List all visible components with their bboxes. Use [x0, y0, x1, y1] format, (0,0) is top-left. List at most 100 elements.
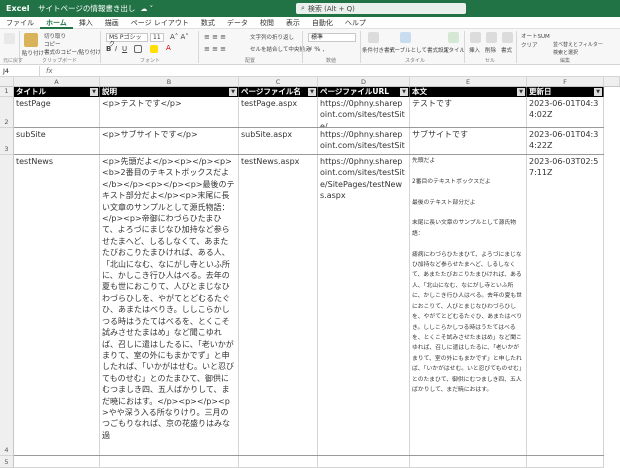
column-header-d[interactable]: D [318, 77, 410, 87]
copy-button[interactable]: コピー [44, 40, 61, 48]
currency-icon[interactable]: ¥ % , [308, 45, 325, 53]
row-header-5[interactable]: 5 [0, 456, 14, 468]
empty-cell[interactable] [410, 456, 527, 468]
cell-url[interactable]: https://0phny.sharepoint.com/sites/testS… [318, 128, 410, 155]
tab-page-layout[interactable]: ページ レイアウト [125, 17, 195, 29]
row-header-1[interactable]: 1 [0, 87, 14, 97]
cell-body[interactable]: 先頭だよ 2番目のテキストボックスだよ 最後のテキスト部分だよ 末尾に長い文章の… [410, 155, 527, 456]
tab-draw[interactable]: 描画 [99, 17, 125, 29]
column-header-c[interactable]: C [239, 77, 318, 87]
tab-automate[interactable]: 自動化 [306, 17, 339, 29]
underline-icon[interactable]: U [122, 45, 127, 53]
empty-cell[interactable] [318, 456, 410, 468]
column-header-b[interactable]: B [100, 77, 239, 87]
cell-file-name[interactable]: testNews.aspx [239, 155, 318, 456]
tab-review[interactable]: 校閲 [254, 17, 280, 29]
grow-font-icon[interactable]: A˄ A˅ [170, 33, 189, 41]
filter-dropdown-icon[interactable]: ▼ [594, 88, 602, 96]
header-page-file-url[interactable]: ページファイルURL ▼ [318, 87, 410, 97]
autosum-button[interactable]: オートSUM [521, 32, 550, 40]
cell-updated[interactable]: 2023-06-01T04:34:02Z [527, 97, 604, 128]
cell-updated[interactable]: 2023-06-03T02:57:11Z [527, 155, 604, 456]
cell-description[interactable]: <p>テストです</p> [100, 97, 239, 128]
insert-cells-icon[interactable] [470, 32, 481, 43]
cell-description[interactable]: <p>先頭だよ</p><p></p><p><b>2番目のテキストボックスだよ</… [100, 155, 239, 456]
fx-icon[interactable]: fx [40, 67, 53, 75]
cell-title[interactable]: testNews [14, 155, 100, 456]
header-title[interactable]: タイトル ▼ [14, 87, 100, 97]
wrap-text-button[interactable]: 文字列の折り返し [250, 33, 294, 41]
cell-title[interactable]: subSite [14, 128, 100, 155]
name-box[interactable]: J4 [0, 65, 40, 76]
italic-icon[interactable]: I [115, 45, 117, 53]
delete-cells-button[interactable]: 削除 [485, 46, 496, 54]
empty-cell[interactable] [100, 456, 239, 468]
format-painter-button[interactable]: 書式のコピー/貼り付け [44, 48, 101, 56]
cell-description[interactable]: <p>サブサイトです</p> [100, 128, 239, 155]
header-body[interactable]: 本文 ▼ [410, 87, 527, 97]
font-color-icon[interactable]: A [166, 44, 171, 52]
delete-cells-icon[interactable] [486, 32, 497, 43]
tab-view[interactable]: 表示 [280, 17, 306, 29]
font-name-select[interactable]: MS Pゴシック [106, 33, 148, 48]
find-select-button[interactable]: 検索と選択 [553, 49, 578, 56]
cloud-save-icon[interactable]: ☁ ˅ [140, 5, 153, 13]
cell-body[interactable]: サブサイトです [410, 128, 527, 155]
number-format-select[interactable]: 標準 [308, 33, 356, 42]
search-box[interactable]: ⌕ 検索 (Alt + Q) [296, 3, 466, 14]
align-top-icon[interactable]: ≡ ≡ ≡ [204, 33, 226, 41]
cut-button[interactable]: 切り取り [44, 32, 66, 40]
paste-icon[interactable] [24, 33, 38, 47]
column-header-f[interactable]: F [527, 77, 604, 87]
column-header-a[interactable]: A [14, 77, 100, 87]
format-cells-button[interactable]: 書式 [501, 46, 512, 54]
fill-color-icon[interactable] [150, 45, 158, 53]
table-format-button[interactable]: テーブルとして書式設定 [389, 46, 449, 54]
row-header-4[interactable]: 4 [0, 155, 14, 456]
border-icon[interactable] [134, 45, 142, 53]
header-updated[interactable]: 更新日 ▼ [527, 87, 604, 97]
cell-updated[interactable]: 2023-06-01T04:34:22Z [527, 128, 604, 155]
filter-dropdown-icon[interactable]: ▼ [517, 88, 525, 96]
select-all-corner[interactable] [0, 77, 14, 87]
cell-url[interactable]: https://0phny.sharepoint.com/sites/testS… [318, 97, 410, 128]
filter-dropdown-icon[interactable]: ▼ [308, 88, 316, 96]
table-format-icon[interactable] [400, 32, 411, 43]
undo-icon[interactable] [4, 33, 15, 44]
sort-filter-button[interactable]: 並べ替えとフィルター [553, 41, 603, 48]
bold-icon[interactable]: B [106, 45, 111, 53]
tab-formulas[interactable]: 数式 [195, 17, 221, 29]
empty-cell[interactable] [14, 456, 100, 468]
header-page-file-name[interactable]: ページファイル名 ▼ [239, 87, 318, 97]
tab-insert[interactable]: 挿入 [73, 17, 99, 29]
filter-dropdown-icon[interactable]: ▼ [400, 88, 408, 96]
font-size-select[interactable]: 11 [150, 33, 164, 42]
divider [100, 31, 101, 63]
insert-cells-button[interactable]: 挿入 [469, 46, 480, 54]
header-description[interactable]: 説明 ▼ [100, 87, 239, 97]
tab-help[interactable]: ヘルプ [339, 17, 372, 29]
filter-dropdown-icon[interactable]: ▼ [229, 88, 237, 96]
cell-body[interactable]: テストです [410, 97, 527, 128]
align-left-icon[interactable]: ≡ ≡ ≡ [204, 45, 226, 53]
cell-file-name[interactable]: subSite.aspx [239, 128, 318, 155]
cell-file-name[interactable]: testPage.aspx [239, 97, 318, 128]
empty-cell[interactable] [527, 456, 604, 468]
cell-style-button[interactable]: スタイル [443, 46, 465, 54]
column-header-e[interactable]: E [410, 77, 527, 87]
row-header-2[interactable]: 2 [0, 97, 14, 128]
format-cells-icon[interactable] [502, 32, 513, 43]
empty-cell[interactable] [239, 456, 318, 468]
filter-dropdown-icon[interactable]: ▼ [90, 88, 98, 96]
tab-data[interactable]: データ [221, 17, 254, 29]
conditional-format-icon[interactable] [368, 32, 379, 43]
tab-home[interactable]: ホーム [40, 17, 73, 29]
clear-button[interactable]: クリア [521, 41, 538, 49]
cell-url[interactable]: https://0phny.sharepoint.com/sites/testS… [318, 155, 410, 456]
cell-style-icon[interactable] [448, 32, 459, 43]
document-title[interactable]: サイトページの情報書き出し [38, 3, 135, 14]
row-header-3[interactable]: 3 [0, 128, 14, 155]
cell-title[interactable]: testPage [14, 97, 100, 128]
paste-button[interactable]: 貼り付け [22, 49, 44, 57]
tab-file[interactable]: ファイル [0, 17, 40, 29]
